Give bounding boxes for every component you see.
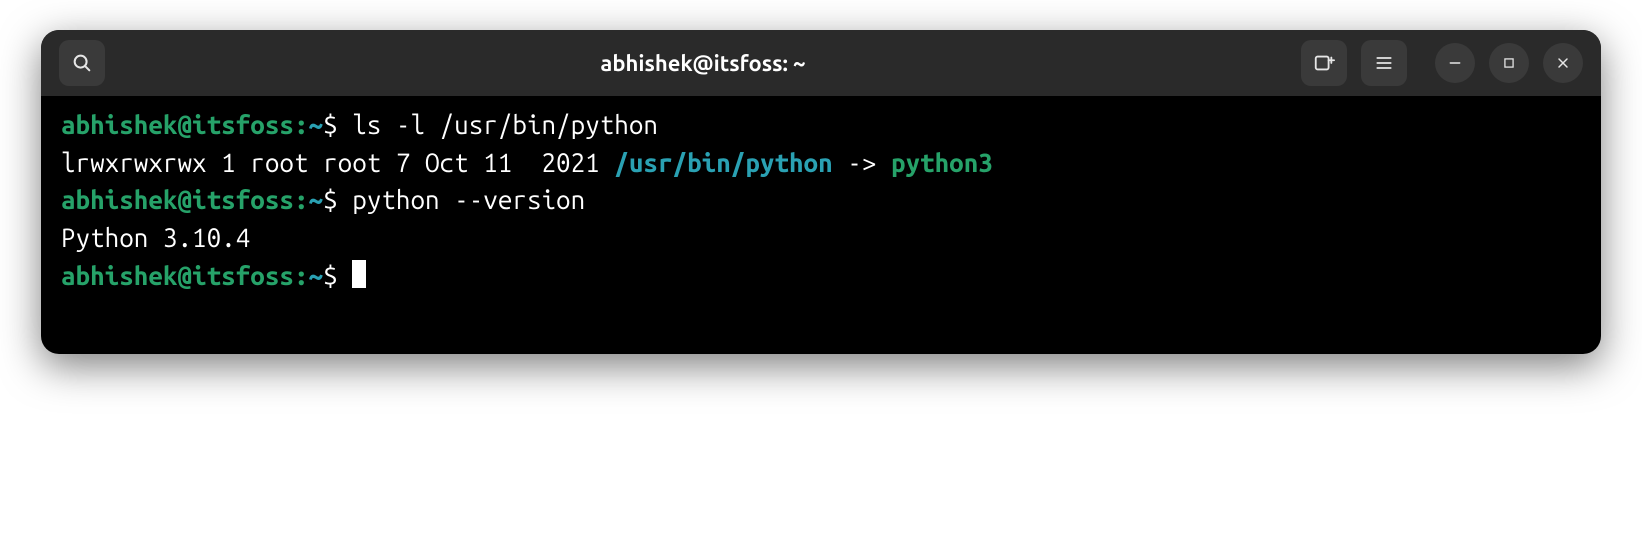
close-icon [1555,55,1571,71]
prompt-line-3: abhishek@itsfoss:~$ [61,261,366,290]
prompt-line-1: abhishek@itsfoss:~$ ls -l /usr/bin/pytho… [61,110,658,139]
menu-button[interactable] [1361,40,1407,86]
prompt-cwd: ~ [309,185,324,214]
prompt-line-2: abhishek@itsfoss:~$ python --version [61,185,585,214]
maximize-icon [1502,56,1516,70]
output-line-1: lrwxrwxrwx 1 root root 7 Oct 11 2021 /us… [61,148,993,177]
terminal-cursor [352,260,366,288]
prompt-dollar: $ [323,261,352,290]
new-tab-button[interactable] [1301,40,1347,86]
prompt-dollar: $ [323,110,352,139]
prompt-colon: : [294,185,309,214]
terminal-window: abhishek@itsfoss: ~ [41,30,1601,354]
prompt-cwd: ~ [309,261,324,290]
ls-output-target: python3 [891,148,993,177]
prompt-dollar: $ [323,185,352,214]
close-button[interactable] [1543,43,1583,83]
search-button[interactable] [59,40,105,86]
output-line-2: Python 3.10.4 [61,223,250,252]
terminal-output[interactable]: abhishek@itsfoss:~$ ls -l /usr/bin/pytho… [41,96,1601,354]
prompt-colon: : [294,110,309,139]
prompt-cwd: ~ [309,110,324,139]
ls-output-arrow: -> [833,148,891,177]
prompt-userhost: abhishek@itsfoss [61,185,294,214]
command-2: python --version [352,185,585,214]
command-1: ls -l /usr/bin/python [352,110,658,139]
prompt-userhost: abhishek@itsfoss [61,110,294,139]
window-titlebar[interactable]: abhishek@itsfoss: ~ [41,30,1601,96]
new-tab-icon [1313,52,1335,74]
prompt-userhost: abhishek@itsfoss [61,261,294,290]
hamburger-menu-icon [1374,53,1394,73]
search-icon [71,52,93,74]
prompt-colon: : [294,261,309,290]
maximize-button[interactable] [1489,43,1529,83]
ls-output-prefix: lrwxrwxrwx 1 root root 7 Oct 11 2021 [61,148,614,177]
minimize-icon [1447,55,1463,71]
window-title: abhishek@itsfoss: ~ [115,51,1291,76]
minimize-button[interactable] [1435,43,1475,83]
ls-output-symlink: /usr/bin/python [614,148,832,177]
